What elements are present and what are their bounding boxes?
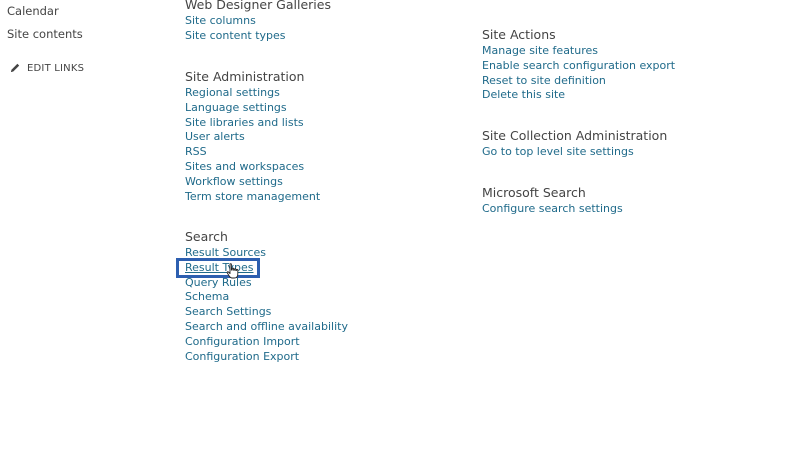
link-enable-search-configuration-export[interactable]: Enable search configuration export — [482, 59, 675, 74]
edit-links-label: EDIT LINKS — [27, 62, 85, 74]
link-reset-to-site-definition[interactable]: Reset to site definition — [482, 74, 675, 89]
link-go-to-top-level-site-settings[interactable]: Go to top level site settings — [482, 145, 667, 160]
link-result-types[interactable]: Result Types — [185, 261, 348, 276]
link-site-content-types[interactable]: Site content types — [185, 29, 331, 44]
link-configuration-export[interactable]: Configuration Export — [185, 350, 348, 365]
group-title: Web Designer Galleries — [185, 0, 331, 12]
link-language-settings[interactable]: Language settings — [185, 101, 320, 116]
link-site-columns[interactable]: Site columns — [185, 14, 331, 29]
link-configure-search-settings[interactable]: Configure search settings — [482, 202, 623, 217]
group-title: Microsoft Search — [482, 185, 586, 200]
group-site-actions: Site Actions Manage site features Enable… — [482, 27, 675, 103]
group-search: Search Result Sources Result Types Query… — [185, 229, 348, 364]
link-search-settings[interactable]: Search Settings — [185, 305, 348, 320]
group-title: Site Administration — [185, 69, 305, 84]
link-configuration-import[interactable]: Configuration Import — [185, 335, 348, 350]
link-site-libraries-and-lists[interactable]: Site libraries and lists — [185, 116, 320, 131]
nav-item-site-contents[interactable]: Site contents — [7, 27, 83, 41]
group-title: Site Actions — [482, 27, 556, 42]
group-web-designer-galleries: Web Designer Galleries Site columns Site… — [185, 0, 331, 44]
pencil-icon — [11, 63, 20, 72]
link-rss[interactable]: RSS — [185, 145, 320, 160]
nav-item-calendar[interactable]: Calendar — [7, 4, 59, 18]
group-title: Search — [185, 229, 228, 244]
group-site-collection-administration: Site Collection Administration Go to top… — [482, 128, 667, 160]
link-workflow-settings[interactable]: Workflow settings — [185, 175, 320, 190]
link-manage-site-features[interactable]: Manage site features — [482, 44, 675, 59]
link-schema[interactable]: Schema — [185, 290, 348, 305]
link-delete-this-site[interactable]: Delete this site — [482, 88, 675, 103]
link-user-alerts[interactable]: User alerts — [185, 130, 320, 145]
group-site-administration: Site Administration Regional settings La… — [185, 69, 320, 204]
group-microsoft-search: Microsoft Search Configure search settin… — [482, 185, 623, 217]
link-sites-and-workspaces[interactable]: Sites and workspaces — [185, 160, 320, 175]
group-title: Site Collection Administration — [482, 128, 668, 143]
link-result-sources[interactable]: Result Sources — [185, 246, 348, 261]
link-regional-settings[interactable]: Regional settings — [185, 86, 320, 101]
link-search-and-offline-availability[interactable]: Search and offline availability — [185, 320, 348, 335]
edit-links-button[interactable]: EDIT LINKS — [9, 62, 84, 74]
link-term-store-management[interactable]: Term store management — [185, 190, 320, 205]
link-query-rules[interactable]: Query Rules — [185, 276, 348, 291]
